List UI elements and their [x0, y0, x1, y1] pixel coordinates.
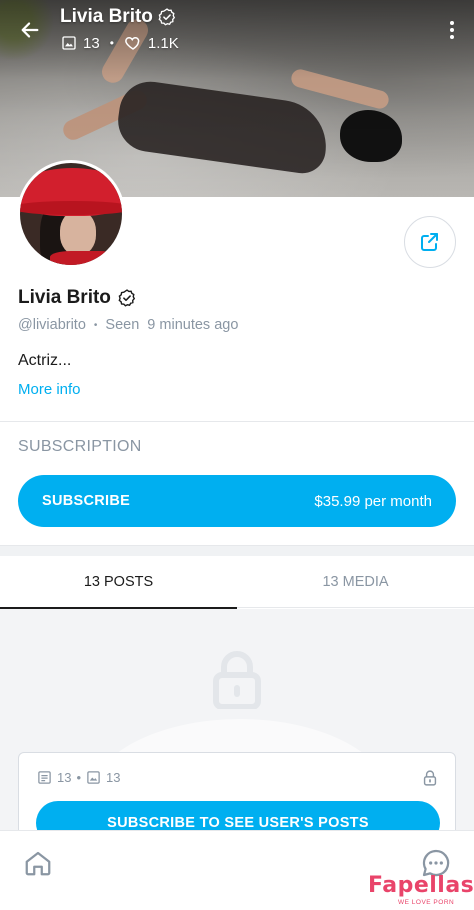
image-icon — [62, 36, 76, 50]
bottom-nav: Fapellas WE LOVE PORN — [0, 830, 474, 910]
profile-name: Livia Brito — [18, 287, 137, 309]
profile-tabs: 13 POSTS 13 MEDIA — [0, 556, 474, 609]
separator-dot: • — [76, 770, 82, 785]
bio-text: Actriz... — [18, 352, 72, 369]
arrow-left-icon — [21, 22, 39, 38]
home-button[interactable] — [20, 845, 56, 881]
locked-content-area: 13 • 13 SUBSCRIBE TO SEE USER'S POSTS — [0, 609, 474, 830]
verified-badge-icon — [118, 289, 136, 307]
verified-badge-icon — [158, 8, 175, 26]
more-vertical-icon-dot — [450, 35, 454, 39]
more-vertical-icon-dot — [450, 28, 454, 32]
watermark-logo: Fapellas — [368, 873, 474, 898]
more-menu-button[interactable] — [442, 16, 462, 44]
profile-meta: @liviabrito • Seen 9 minutes ago — [18, 317, 238, 333]
seen-label: Seen — [105, 317, 140, 333]
header-stats: 13 • 1.1K — [61, 34, 179, 52]
back-button[interactable] — [14, 14, 46, 46]
photos-count: 13 — [83, 34, 100, 52]
document-icon — [38, 771, 51, 784]
section-separator — [0, 546, 474, 556]
subscribe-button[interactable]: SUBSCRIBE $35.99 per month — [18, 475, 456, 527]
header-title: Livia Brito — [60, 6, 177, 28]
subscription-heading: SUBSCRIPTION — [18, 438, 142, 455]
home-icon — [25, 851, 51, 876]
watermark-tagline: WE LOVE PORN — [398, 899, 455, 906]
locked-stats: 13 • 13 — [37, 770, 121, 785]
locked-media-count: 13 — [106, 770, 121, 785]
image-icon — [87, 771, 100, 784]
lock-icon — [213, 651, 261, 709]
separator-dot: • — [109, 36, 114, 50]
header-name: Livia Brito — [60, 6, 153, 27]
locked-posts-card: 13 • 13 SUBSCRIBE TO SEE USER'S POSTS — [18, 752, 456, 830]
divider — [0, 421, 474, 422]
subscribe-price: $35.99 per month — [314, 492, 432, 510]
separator-dot: • — [93, 319, 98, 331]
avatar[interactable] — [17, 160, 125, 268]
tab-posts[interactable]: 13 POSTS — [0, 556, 237, 609]
more-info-link[interactable]: More info — [18, 381, 81, 398]
heart-icon — [125, 36, 140, 50]
tab-media[interactable]: 13 MEDIA — [237, 556, 474, 608]
seen-time: 9 minutes ago — [147, 317, 239, 333]
share-icon — [421, 233, 438, 251]
subscribe-to-see-posts-button[interactable]: SUBSCRIBE TO SEE USER'S POSTS — [36, 801, 440, 830]
lock-icon — [423, 770, 437, 786]
share-button[interactable] — [404, 216, 456, 268]
top-bar: Livia Brito 13 • 1.1K — [0, 0, 474, 62]
locked-posts-count: 13 — [57, 770, 72, 785]
profile-name-text: Livia Brito — [18, 287, 111, 308]
likes-count: 1.1K — [147, 34, 179, 52]
more-vertical-icon — [450, 21, 454, 25]
username: @liviabrito — [18, 317, 86, 333]
subscribe-button-label: SUBSCRIBE — [42, 493, 131, 509]
